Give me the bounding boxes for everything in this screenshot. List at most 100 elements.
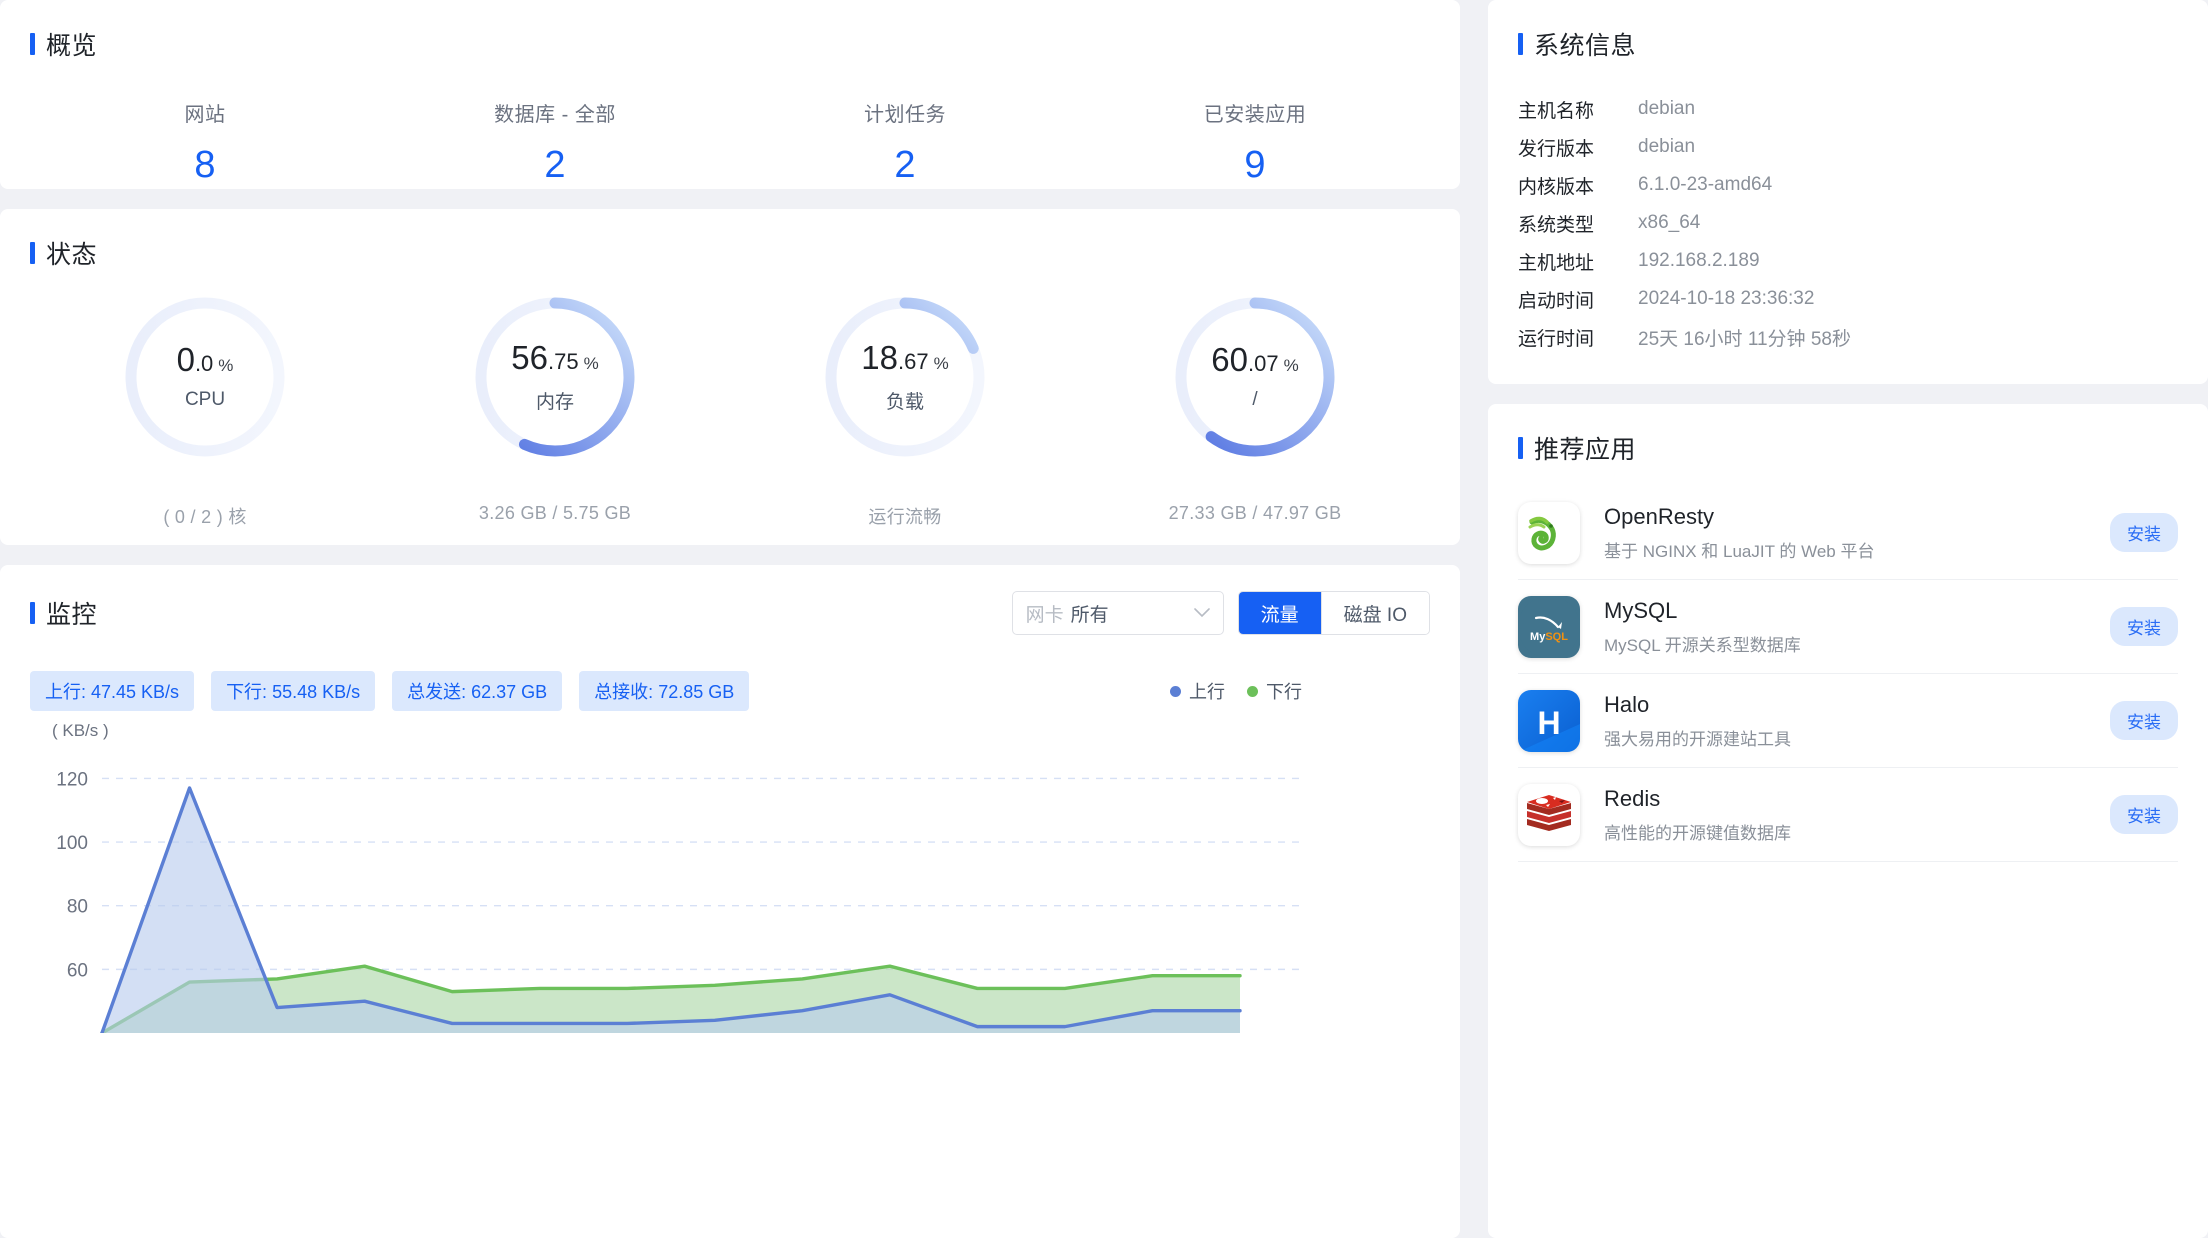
gauge-center-load: 18 .67 % 负载 <box>821 293 989 461</box>
system-info-title: 系统信息 <box>1518 26 2178 62</box>
chart-y-axis-unit: ( KB/s ) <box>52 721 109 740</box>
tab-traffic[interactable]: 流量 <box>1238 592 1321 634</box>
app-row-openresty[interactable]: OpenResty 基于 NGINX 和 LuaJIT 的 Web 平台 安装 <box>1518 486 2178 580</box>
app-description: 高性能的开源键值数据库 <box>1604 823 1791 843</box>
stat-label: 计划任务 <box>864 104 946 126</box>
nic-selected-value: 所有 <box>1070 604 1109 626</box>
gauge-percent-sign: % <box>218 356 234 375</box>
recommended-apps-card: 推荐应用 OpenResty 基于 NGINX 和 LuaJIT 的 Web 平… <box>1488 404 2208 1238</box>
sysinfo-key: 主机地址 <box>1518 252 1595 274</box>
legend-dot-upload <box>1170 685 1181 697</box>
overview-stat-databases[interactable]: 数据库 - 全部 2 <box>380 98 730 187</box>
legend-label-upload: 上行 <box>1189 682 1225 702</box>
overview-title-text: 概览 <box>46 32 98 60</box>
sysinfo-value: x86_64 <box>1638 212 1701 233</box>
app-name: OpenResty <box>1604 503 1715 529</box>
gauge-percent-sign: % <box>583 353 599 373</box>
gauge-dec: .0 <box>194 351 214 376</box>
sysinfo-value: 2024-10-18 23:36:32 <box>1638 288 1815 309</box>
app-description: MySQL 开源关系型数据库 <box>1604 635 1801 655</box>
gauge-load: 18 .67 % 负载 运行流畅 <box>730 293 1080 529</box>
gauge-disk: 60 .07 % / 27.33 GB / 47.97 GB <box>1080 293 1430 529</box>
gauge-label: 内存 <box>535 391 574 413</box>
monitor-title: 监控 <box>30 595 97 631</box>
sysinfo-key: 系统类型 <box>1518 214 1595 236</box>
gauge-ring-cpu: 0 .0 % CPU <box>121 293 289 461</box>
nic-select[interactable]: 网卡 所有 <box>1011 591 1224 635</box>
legend-item-upload[interactable]: 上行 <box>1170 678 1225 704</box>
gauge-dec: .67 <box>898 348 929 374</box>
recommended-apps-title: 推荐应用 <box>1518 430 2178 466</box>
status-card: 状态 0 .0 % CPU (0 / 2) 核 56 .75 % 内存 3.… <box>0 209 1460 545</box>
sysinfo-row-kernel: 内核版本 6.1.0-23-amd64 <box>1518 166 2178 204</box>
stat-label: 已安装应用 <box>1203 104 1307 126</box>
app-name: MySQL <box>1604 597 1678 623</box>
app-list: OpenResty 基于 NGINX 和 LuaJIT 的 Web 平台 安装 … <box>1518 486 2178 862</box>
stat-label: 网站 <box>184 104 226 126</box>
gauge-int: 18 <box>861 338 898 376</box>
system-info-list: 主机名称 debian 发行版本 debian 内核版本 6.1.0-23-am… <box>1518 90 2178 356</box>
traffic-chart: ( KB/s ) 120 100 80 60 <box>30 721 1430 1033</box>
overview-stat-installed-apps[interactable]: 已安装应用 9 <box>1080 98 1430 187</box>
stat-value: 2 <box>894 144 916 186</box>
chip-total-received: 总接收: 72.85 GB <box>579 671 750 711</box>
sysinfo-value: debian <box>1638 136 1696 157</box>
app-row-halo[interactable]: H Halo 强大易用的开源建站工具 安装 <box>1518 674 2178 768</box>
monitor-tabs: 流量 磁盘 IO <box>1237 591 1430 635</box>
sysinfo-row-ip: 主机地址 192.168.2.189 <box>1518 242 2178 280</box>
gauge-int: 56 <box>511 338 548 376</box>
sysinfo-row-release: 发行版本 debian <box>1518 128 2178 166</box>
gauge-value: 0 .0 % <box>177 343 234 376</box>
dashboard-page: 概览 网站 8 数据库 - 全部 2 计划任务 2 已安装应用 9 状态 0 .… <box>0 0 2208 1238</box>
app-name: Halo <box>1604 691 1650 717</box>
gauge-label: CPU <box>184 389 226 410</box>
svg-text:60: 60 <box>67 960 88 981</box>
stat-value: 2 <box>544 144 566 186</box>
sysinfo-value: 6.1.0-23-amd64 <box>1638 174 1773 195</box>
app-row-mysql[interactable]: MySQL MySQL MySQL 开源关系型数据库 安装 <box>1518 580 2178 674</box>
overview-card: 概览 网站 8 数据库 - 全部 2 计划任务 2 已安装应用 9 <box>0 0 1460 189</box>
gauge-dec: .75 <box>548 348 579 374</box>
gauge-value: 56 .75 % <box>511 341 598 374</box>
install-button-halo[interactable]: 安装 <box>2110 701 2178 740</box>
sysinfo-row-arch: 系统类型 x86_64 <box>1518 204 2178 242</box>
gauge-subtext: 运行流畅 <box>868 507 942 527</box>
gauge-ring-memory: 56 .75 % 内存 <box>471 293 639 461</box>
overview-stat-websites[interactable]: 网站 8 <box>30 98 380 187</box>
gauge-ring-disk: 60 .07 % / <box>1171 293 1339 461</box>
chip-download-speed: 下行: 55.48 KB/s <box>211 671 376 711</box>
monitor-controls: 网卡 所有 流量 磁盘 IO <box>1011 591 1430 635</box>
sysinfo-key: 内核版本 <box>1518 176 1595 198</box>
chip-upload-speed: 上行: 47.45 KB/s <box>30 671 195 711</box>
app-text: MySQL MySQL 开源关系型数据库 <box>1604 598 2110 656</box>
left-column: 概览 网站 8 数据库 - 全部 2 计划任务 2 已安装应用 9 状态 0 .… <box>0 0 1460 1238</box>
redis-icon <box>1518 783 1580 846</box>
legend-label-download: 下行 <box>1266 682 1302 702</box>
gauge-subtext: ( 0 / 2 ) 核 <box>163 507 247 527</box>
stat-value: 9 <box>1244 144 1266 186</box>
legend-item-download[interactable]: 下行 <box>1247 678 1302 704</box>
sysinfo-key: 发行版本 <box>1518 138 1595 160</box>
gauge-percent-sign: % <box>933 353 949 373</box>
app-row-redis[interactable]: Redis 高性能的开源键值数据库 安装 <box>1518 768 2178 862</box>
gauge-center-cpu: 0 .0 % CPU <box>121 293 289 461</box>
status-gauges: 0 .0 % CPU ( 0 / 2 ) 核 56 .75 % 内存 3.26 … <box>30 293 1430 529</box>
sysinfo-row-hostname: 主机名称 debian <box>1518 90 2178 128</box>
openresty-icon <box>1518 501 1580 564</box>
system-info-title-text: 系统信息 <box>1534 32 1637 60</box>
gauge-subtext: 27.33 GB / 47.97 GB <box>1168 503 1342 523</box>
chart-svg: 120 100 80 60 <box>56 769 1300 1033</box>
status-title-text: 状态 <box>46 241 98 269</box>
tab-disk-io[interactable]: 磁盘 IO <box>1321 592 1429 634</box>
sysinfo-row-boottime: 启动时间 2024-10-18 23:36:32 <box>1518 280 2178 318</box>
install-button-mysql[interactable]: 安装 <box>2110 607 2178 646</box>
halo-icon: H <box>1518 689 1580 752</box>
install-button-redis[interactable]: 安装 <box>2110 795 2178 834</box>
gauge-int: 0 <box>176 341 195 378</box>
overview-stat-cronjobs[interactable]: 计划任务 2 <box>730 98 1080 187</box>
app-text: OpenResty 基于 NGINX 和 LuaJIT 的 Web 平台 <box>1604 504 2110 562</box>
gauge-subtext: 3.26 GB / 5.75 GB <box>478 503 632 523</box>
svg-text:MySQL: MySQL <box>1530 631 1568 643</box>
gauge-int: 60 <box>1211 341 1248 378</box>
install-button-openresty[interactable]: 安装 <box>2110 513 2178 552</box>
